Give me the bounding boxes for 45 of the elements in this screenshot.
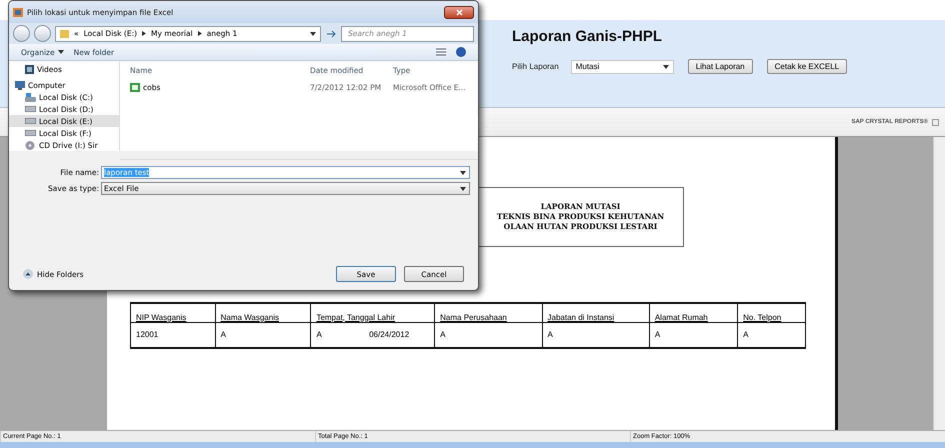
table-cell: 12001: [130, 322, 216, 348]
report-select[interactable]: Mutasi: [570, 60, 674, 74]
horizontal-scrollbar[interactable]: [120, 151, 478, 160]
caret-icon: [460, 170, 466, 174]
view-icon[interactable]: [436, 48, 446, 56]
birthplace-text: A: [316, 330, 322, 340]
drive-icon: [25, 106, 36, 112]
computer-icon: [15, 80, 25, 90]
scrollbar[interactable]: [933, 137, 945, 430]
column-header: NIP Wasganis: [130, 303, 216, 322]
birthdate-text: 06/24/2012: [369, 330, 410, 340]
caret-icon: [58, 50, 64, 54]
column-header: Nama Wasganis: [215, 303, 311, 322]
table-cell: A: [215, 322, 311, 348]
caret-icon: [310, 32, 316, 36]
action-button[interactable]: Lihat Laporan: [688, 59, 753, 74]
app-title: Laporan Ganis-PHPL: [512, 28, 664, 45]
table-cell: A: [738, 322, 806, 348]
caret-icon: [662, 64, 669, 68]
column-header: No. Telpon: [738, 303, 806, 322]
close-button[interactable]: [444, 6, 474, 18]
column-header: Tempat, Tanggal Lahir: [310, 303, 435, 322]
folder-icon: [60, 29, 69, 38]
table-cell: A: [542, 322, 650, 348]
spreadsheet-icon: [130, 82, 140, 92]
app-icon: [13, 8, 23, 16]
table-cell: A: [434, 322, 542, 348]
column-header: Jabatan di Instansi: [542, 303, 650, 322]
drive-icon: [25, 118, 36, 124]
forward-button[interactable]: [34, 25, 51, 42]
drive-icon: [25, 92, 36, 102]
table-cell: A: [649, 322, 738, 348]
chevron-icon: [142, 31, 146, 36]
picker-label: Pilih Laporan: [512, 62, 559, 71]
column-header: Nama Perusahaan: [434, 303, 542, 322]
film-icon: [25, 64, 34, 74]
chevron-icon: [198, 31, 202, 36]
back-button[interactable]: [13, 25, 30, 42]
action-button[interactable]: Cetak ke EXCELL: [766, 59, 848, 74]
help-icon[interactable]: [456, 47, 466, 57]
drive-icon: [25, 130, 36, 136]
column-header: Alamat Rumah: [649, 303, 738, 322]
collapse-icon: [23, 269, 33, 279]
disc-icon: [25, 140, 36, 150]
caret-icon: [460, 186, 466, 190]
